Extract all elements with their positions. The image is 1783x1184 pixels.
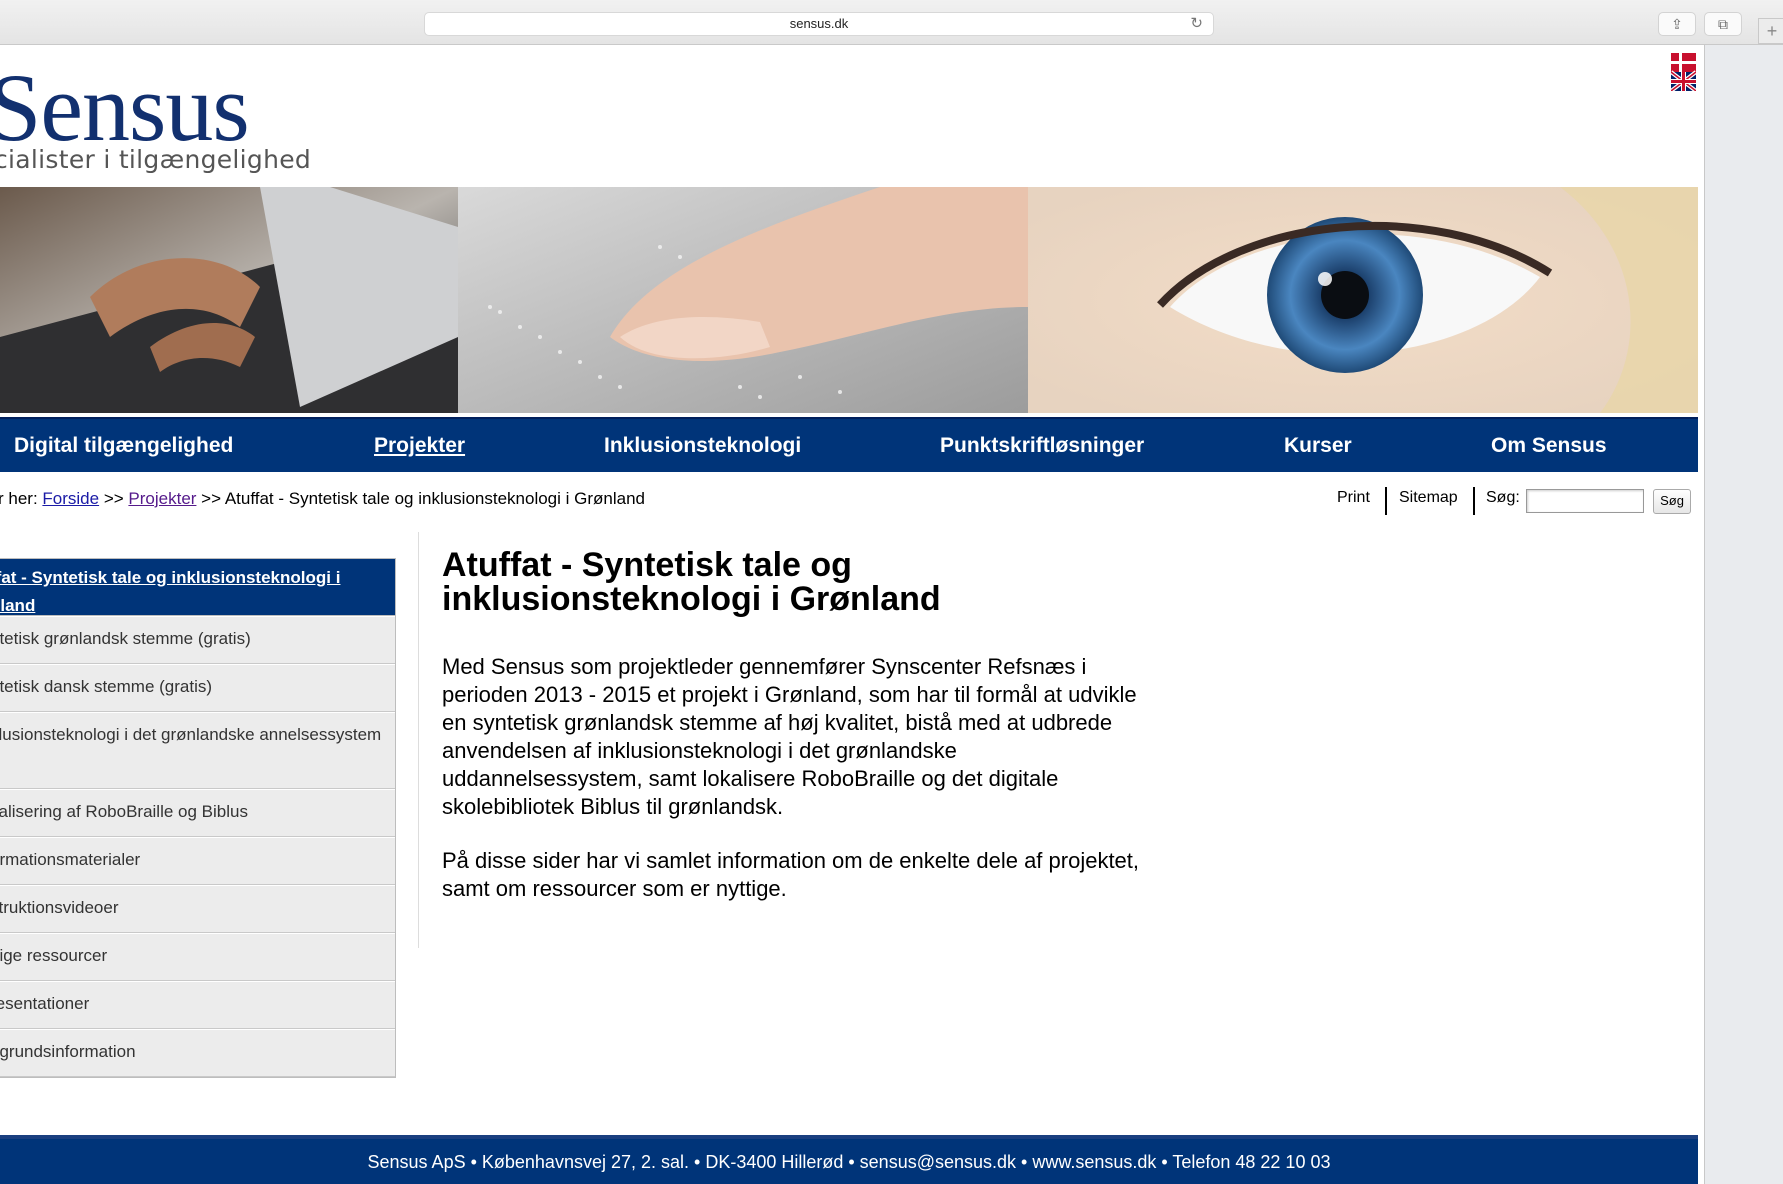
breadcrumb-separator: >> [99, 489, 129, 508]
sidebar-menu: ffat - Syntetisk tale og inklusionstekno… [0, 558, 396, 1078]
nav-inklusionsteknologi[interactable]: Inklusionsteknologi [604, 419, 801, 472]
breadcrumb-prefix: r her: [0, 489, 43, 508]
browser-toolbar: sensus.dk ↻ ⇪ ⧉ + [0, 0, 1783, 45]
site-tagline: cialister i tilgængelighed [0, 145, 312, 174]
sidebar-item[interactable]: kalisering af RoboBraille og Biblus [0, 789, 395, 837]
print-link[interactable]: Print [1337, 489, 1370, 507]
tabs-icon[interactable]: ⧉ [1704, 12, 1742, 36]
reload-icon[interactable]: ↻ [1190, 13, 1203, 35]
content-divider [418, 532, 419, 948]
sidebar-item[interactable]: klusionsteknologi i det grønlandske anne… [0, 712, 395, 789]
divider [1385, 487, 1387, 515]
breadcrumb: r her: Forside >> Projekter >> Atuffat -… [0, 489, 645, 509]
header-banner-image [0, 187, 1698, 413]
search-label: Søg: [1486, 489, 1520, 506]
breadcrumb-separator: >> [196, 489, 225, 508]
url-text: sensus.dk [789, 16, 849, 31]
share-icon[interactable]: ⇪ [1658, 12, 1696, 36]
sidebar-item[interactable]: struktionsvideoer [0, 885, 395, 933]
nav-punktskriftloesninger[interactable]: Punktskriftløsninger [940, 419, 1144, 472]
main-content: Atuffat - Syntetisk tale og inklusionste… [442, 546, 1142, 901]
divider [1473, 487, 1475, 515]
sidebar-item[interactable]: æsentationer [0, 981, 395, 1029]
nav-projekter[interactable]: Projekter [374, 419, 465, 472]
sidebar-item[interactable]: ggrundsinformation [0, 1029, 395, 1077]
nav-digital-tilgaengelighed[interactable]: Digital tilgængelighed [14, 419, 233, 472]
plus-icon[interactable]: + [1758, 18, 1783, 44]
search-button[interactable]: Søg [1653, 489, 1691, 514]
nav-om-sensus[interactable]: Om Sensus [1491, 419, 1607, 472]
main-navigation: Digital tilgængelighed Projekter Inklusi… [0, 417, 1698, 472]
web-page: Sensus cialister i tilgængelighed Digita… [0, 45, 1705, 1184]
site-footer: Sensus ApS • Københavnsvej 27, 2. sal. •… [0, 1135, 1698, 1184]
sidebar-item[interactable]: ormationsmaterialer [0, 837, 395, 885]
breadcrumb-current: Atuffat - Syntetisk tale og inklusionste… [224, 489, 645, 508]
nav-kurser[interactable]: Kurser [1284, 419, 1352, 472]
sidebar-item[interactable]: ntetisk grønlandsk stemme (gratis) [0, 616, 395, 664]
danish-uk-flag-icon[interactable] [1671, 53, 1696, 91]
sidebar-item[interactable]: ttige ressourcer [0, 933, 395, 981]
breadcrumb-section-link[interactable]: Projekter [128, 489, 196, 508]
sidebar-item[interactable]: ntetisk dansk stemme (gratis) [0, 664, 395, 712]
page-title: Atuffat - Syntetisk tale og inklusionste… [442, 546, 941, 618]
info-paragraph: På disse sider har vi samlet information… [442, 848, 1140, 901]
breadcrumb-home-link[interactable]: Forside [42, 489, 99, 508]
search-input[interactable] [1526, 489, 1644, 513]
intro-paragraph: Med Sensus som projektleder gennemfører … [442, 654, 1137, 819]
sidebar-item-active[interactable]: ffat - Syntetisk tale og inklusionstekno… [0, 559, 395, 616]
sitemap-link[interactable]: Sitemap [1399, 489, 1458, 507]
address-bar[interactable]: sensus.dk ↻ [424, 12, 1214, 36]
